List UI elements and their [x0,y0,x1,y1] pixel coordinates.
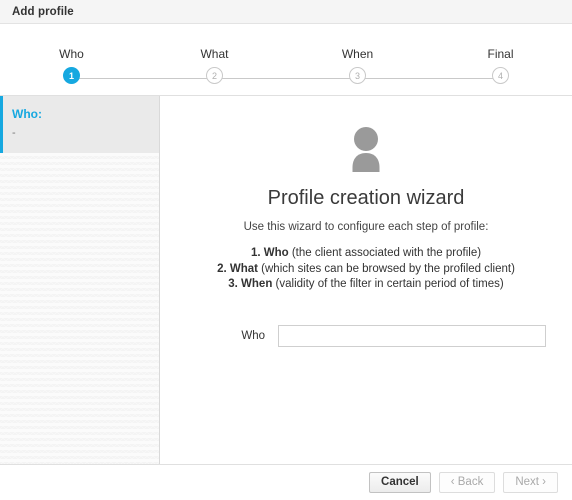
list-item: 1. Who (the client associated with the p… [160,246,572,262]
list-item-description: (which sites can be browsed by the profi… [257,262,515,275]
list-item-name: When [241,278,273,290]
person-icon [352,127,380,172]
stepper-step-who[interactable]: Who 1 [0,24,215,91]
list-item-prefix: 2. [217,262,230,275]
wizard-stepper: Who 1 What 2 When 3 Final 4 [0,24,572,96]
page-title: Profile creation wizard [267,187,465,209]
stepper-circle-when[interactable]: 3 [349,67,366,84]
wizard-sidebar: Who: - [0,96,160,464]
window-titlebar: Add profile [0,0,572,24]
sidebar-summary-title: Who: [12,107,42,121]
sidebar-summary-value: - [12,127,16,139]
list-item-prefix: 1. [250,247,264,259]
list-item: 3. When (validity of the filter in certa… [160,277,572,293]
who-field-label: Who [241,329,265,342]
who-field-row: Who [160,324,572,347]
stepper-label-what: What [200,47,229,61]
cancel-button[interactable]: Cancel [369,472,431,493]
next-button[interactable]: Next › [503,472,558,493]
list-item-description: (the client associated with the profile) [288,247,482,259]
list-item-description: (validity of the filter in certain perio… [272,278,504,290]
stepper-circle-wrap-final: 4 [429,67,572,91]
list-item-name: Who [263,247,289,259]
stepper-circle-who[interactable]: 1 [63,67,80,84]
sidebar-summary-who[interactable]: Who: - [0,96,159,153]
stepper-label-when: When [341,47,374,61]
stepper-label-who: Who [59,47,84,61]
stepper-circle-wrap-when: 3 [286,67,501,91]
wizard-content: Profile creation wizard Use this wizard … [160,96,572,464]
page-subtitle: Use this wizard to configure each step o… [243,221,489,233]
stepper-circle-final[interactable]: 4 [492,67,509,84]
wizard-footer: Cancel ‹ Back Next › [0,464,572,500]
who-input[interactable] [278,324,546,347]
back-button[interactable]: ‹ Back [438,472,496,493]
list-item: 2. What (which sites can be browsed by t… [160,262,572,278]
wizard-body: Who: - Profile creation wizard Use this … [0,96,572,464]
stepper-label-final: Final [487,47,514,61]
list-item-name: What [229,262,258,275]
stepper-circle-what[interactable]: 2 [206,67,223,84]
list-item-prefix: 3. [228,278,242,290]
wizard-step-description-list: 1. Who (the client associated with the p… [160,246,572,293]
stepper-circle-wrap-what: 2 [143,67,358,91]
stepper-step-what[interactable]: What 2 [143,24,358,91]
window-title: Add profile [12,5,74,18]
stepper-circle-wrap-who: 1 [0,67,215,91]
stepper-step-final[interactable]: Final 4 [429,24,572,91]
stepper-steps: Who 1 What 2 When 3 Final 4 [0,24,572,91]
stepper-step-when[interactable]: When 3 [286,24,501,91]
